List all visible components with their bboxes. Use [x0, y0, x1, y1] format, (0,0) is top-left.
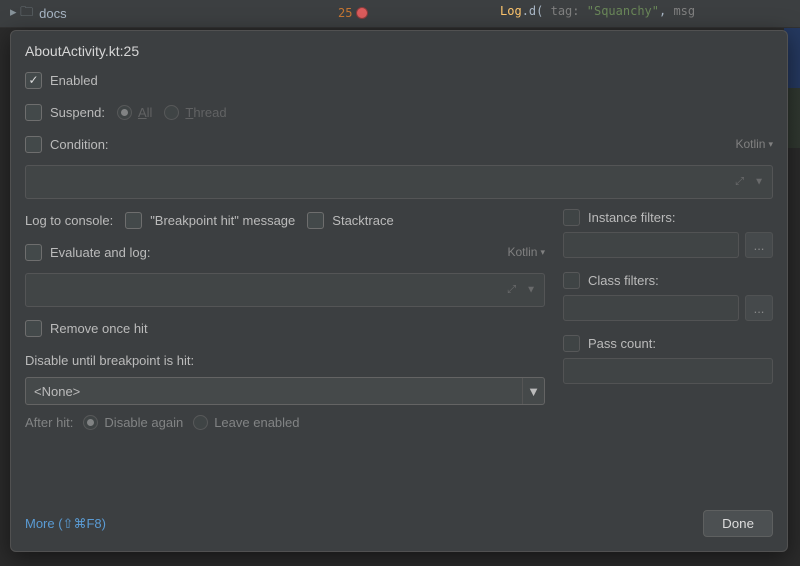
condition-checkbox[interactable]	[25, 136, 42, 153]
class-filters-label: Class filters:	[588, 273, 659, 288]
chevron-down-icon[interactable]: ▼	[754, 177, 764, 188]
log-to-console-label: Log to console:	[25, 213, 113, 228]
suspend-label: Suspend:	[50, 105, 105, 120]
popup-title: AboutActivity.kt:25	[25, 43, 773, 59]
breakpoint-icon[interactable]	[356, 7, 368, 19]
disable-until-combobox[interactable]: <None> ▼	[25, 377, 545, 405]
chevron-down-icon: ▼	[522, 378, 544, 404]
folder-label[interactable]: docs	[39, 6, 66, 21]
class-filters-input[interactable]	[563, 295, 739, 321]
chevron-down-icon[interactable]: ▼	[526, 285, 536, 296]
suspend-thread-radio[interactable]	[164, 105, 179, 120]
class-filters-checkbox[interactable]	[563, 272, 580, 289]
after-hit-label: After hit:	[25, 415, 73, 430]
instance-filters-browse-button[interactable]: ...	[745, 232, 773, 258]
instance-filters-input[interactable]	[563, 232, 739, 258]
condition-label: Condition:	[50, 137, 109, 152]
stacktrace-checkbox[interactable]	[307, 212, 324, 229]
folder-icon: ▸ 🗀	[10, 3, 33, 25]
bphit-message-checkbox[interactable]	[125, 212, 142, 229]
remove-once-hit-label: Remove once hit	[50, 321, 148, 336]
disable-again-radio[interactable]	[83, 415, 98, 430]
evaluate-language-selector[interactable]: Kotlin	[507, 245, 545, 259]
enabled-checkbox[interactable]	[25, 72, 42, 89]
evaluate-and-log-label: Evaluate and log:	[50, 245, 150, 260]
editor-gutter: 25	[338, 0, 368, 26]
more-link[interactable]: More (⇧⌘F8)	[25, 516, 106, 532]
pass-count-input[interactable]	[563, 358, 773, 384]
breakpoint-properties-popup: AboutActivity.kt:25 Enabled Suspend: All…	[10, 30, 788, 552]
enabled-label: Enabled	[50, 73, 98, 88]
condition-language-selector[interactable]: Kotlin	[735, 137, 773, 151]
stacktrace-label: Stacktrace	[332, 213, 393, 228]
instance-filters-checkbox[interactable]	[563, 209, 580, 226]
expand-icon[interactable]: ⤢	[507, 284, 516, 297]
disable-until-label: Disable until breakpoint is hit:	[25, 353, 194, 368]
pass-count-label: Pass count:	[588, 336, 656, 351]
suspend-checkbox[interactable]	[25, 104, 42, 121]
expand-icon[interactable]: ⤢	[735, 176, 744, 189]
instance-filters-label: Instance filters:	[588, 210, 675, 225]
done-button[interactable]: Done	[703, 510, 773, 537]
line-number: 25	[338, 6, 352, 20]
after-hit-group: After hit: Disable again Leave enabled	[25, 415, 545, 430]
evaluate-input[interactable]: ⤢ ▼	[25, 273, 545, 307]
evaluate-and-log-checkbox[interactable]	[25, 244, 42, 261]
disable-until-value: <None>	[34, 384, 80, 399]
suspend-all-radio[interactable]	[117, 105, 132, 120]
code-line: Log.d( tag: "Squanchy", msg	[500, 4, 695, 18]
remove-once-hit-checkbox[interactable]	[25, 320, 42, 337]
class-filters-browse-button[interactable]: ...	[745, 295, 773, 321]
pass-count-checkbox[interactable]	[563, 335, 580, 352]
bphit-message-label: "Breakpoint hit" message	[150, 213, 295, 228]
condition-input[interactable]: ⤢ ▼	[25, 165, 773, 199]
leave-enabled-radio[interactable]	[193, 415, 208, 430]
